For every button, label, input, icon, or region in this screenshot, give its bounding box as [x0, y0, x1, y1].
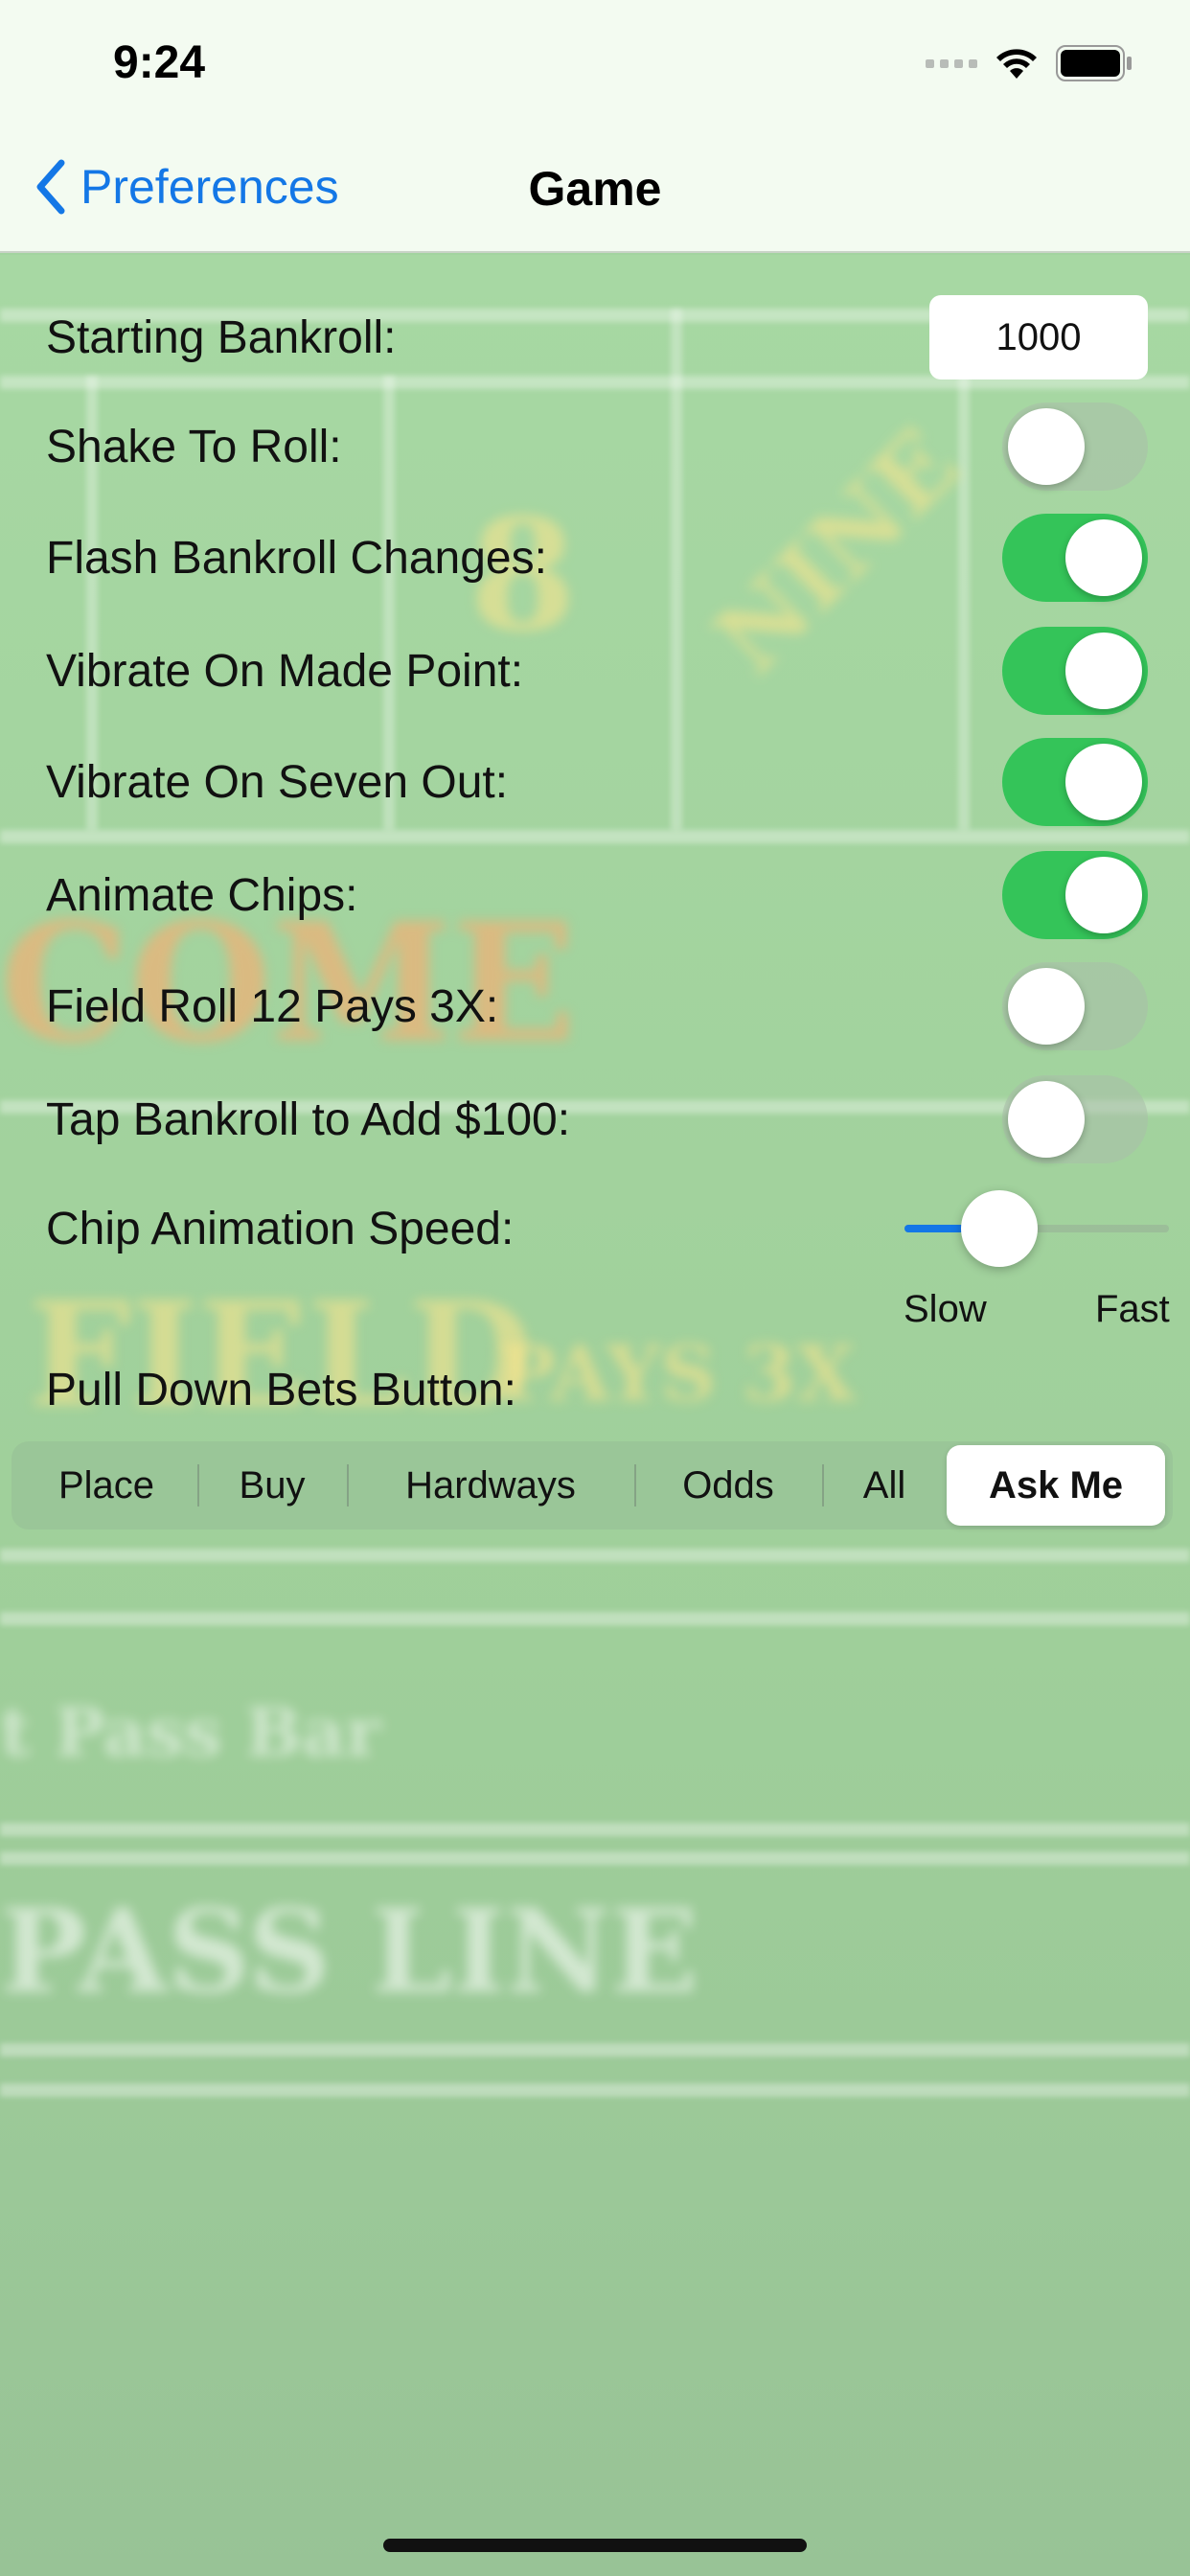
flash-bankroll-label: Flash Bankroll Changes: [46, 532, 547, 584]
toggle-knob [1008, 408, 1085, 485]
tap-bankroll-toggle[interactable] [1002, 1075, 1148, 1163]
row-animate-chips: Animate Chips: [46, 847, 1148, 943]
vibrate-made-point-label: Vibrate On Made Point: [46, 645, 524, 697]
shake-to-roll-label: Shake To Roll: [46, 421, 342, 472]
segment-buy[interactable]: Buy [197, 1445, 347, 1526]
animate-chips-toggle[interactable] [1002, 851, 1148, 939]
row-shake-to-roll: Shake To Roll: [46, 399, 1148, 494]
slider-thumb[interactable] [960, 1190, 1038, 1267]
status-time: 9:24 [113, 37, 206, 88]
starting-bankroll-input[interactable] [929, 295, 1148, 380]
toggle-knob [1008, 1081, 1085, 1158]
toggle-knob [1065, 519, 1142, 596]
segment-odds[interactable]: Odds [634, 1445, 822, 1526]
animate-chips-label: Animate Chips: [46, 869, 358, 921]
vibrate-made-point-toggle[interactable] [1002, 627, 1148, 715]
segment-all[interactable]: All [822, 1445, 947, 1526]
status-indicators [926, 44, 1133, 82]
slider-max-label: Fast [1095, 1288, 1170, 1330]
row-field-roll-12: Field Roll 12 Pays 3X: [46, 958, 1148, 1054]
toggle-knob [1065, 857, 1142, 933]
flash-bankroll-toggle[interactable] [1002, 514, 1148, 602]
segment-place[interactable]: Place [15, 1445, 197, 1526]
chip-speed-label: Chip Animation Speed: [46, 1203, 515, 1254]
row-flash-bankroll: Flash Bankroll Changes: [46, 510, 1148, 606]
segment-hardways[interactable]: Hardways [347, 1445, 634, 1526]
vibrate-seven-out-toggle[interactable] [1002, 738, 1148, 826]
toggle-knob [1065, 632, 1142, 709]
wifi-icon [996, 49, 1037, 79]
vibrate-seven-out-label: Vibrate On Seven Out: [46, 756, 509, 808]
toggle-knob [1065, 744, 1142, 820]
row-vibrate-made-point: Vibrate On Made Point: [46, 623, 1148, 719]
field-roll-12-toggle[interactable] [1002, 962, 1148, 1050]
chip-speed-slider[interactable] [904, 1181, 1169, 1276]
starting-bankroll-label: Starting Bankroll: [46, 311, 397, 363]
row-tap-bankroll: Tap Bankroll to Add $100: [46, 1071, 1148, 1167]
row-pull-down-bets: Pull Down Bets Button: [46, 1342, 1148, 1438]
row-vibrate-seven-out: Vibrate On Seven Out: [46, 734, 1148, 830]
toggle-knob [1008, 968, 1085, 1045]
cellular-signal-icon [926, 58, 977, 68]
shake-to-roll-toggle[interactable] [1002, 402, 1148, 491]
home-indicator [383, 2539, 807, 2552]
row-starting-bankroll: Starting Bankroll: [46, 289, 1148, 385]
page-title: Game [528, 162, 662, 216]
tap-bankroll-label: Tap Bankroll to Add $100: [46, 1093, 571, 1145]
field-roll-12-label: Field Roll 12 Pays 3X: [46, 980, 499, 1032]
segment-ask-me[interactable]: Ask Me [947, 1445, 1165, 1526]
pull-down-bets-segmented-control: Place Buy Hardways Odds All Ask Me [11, 1441, 1173, 1530]
pull-down-bets-label: Pull Down Bets Button: [46, 1364, 516, 1415]
battery-icon [1056, 45, 1132, 81]
navigation-bar: 9:24 Preferences Game [0, 0, 1190, 253]
slider-min-label: Slow [904, 1288, 987, 1330]
